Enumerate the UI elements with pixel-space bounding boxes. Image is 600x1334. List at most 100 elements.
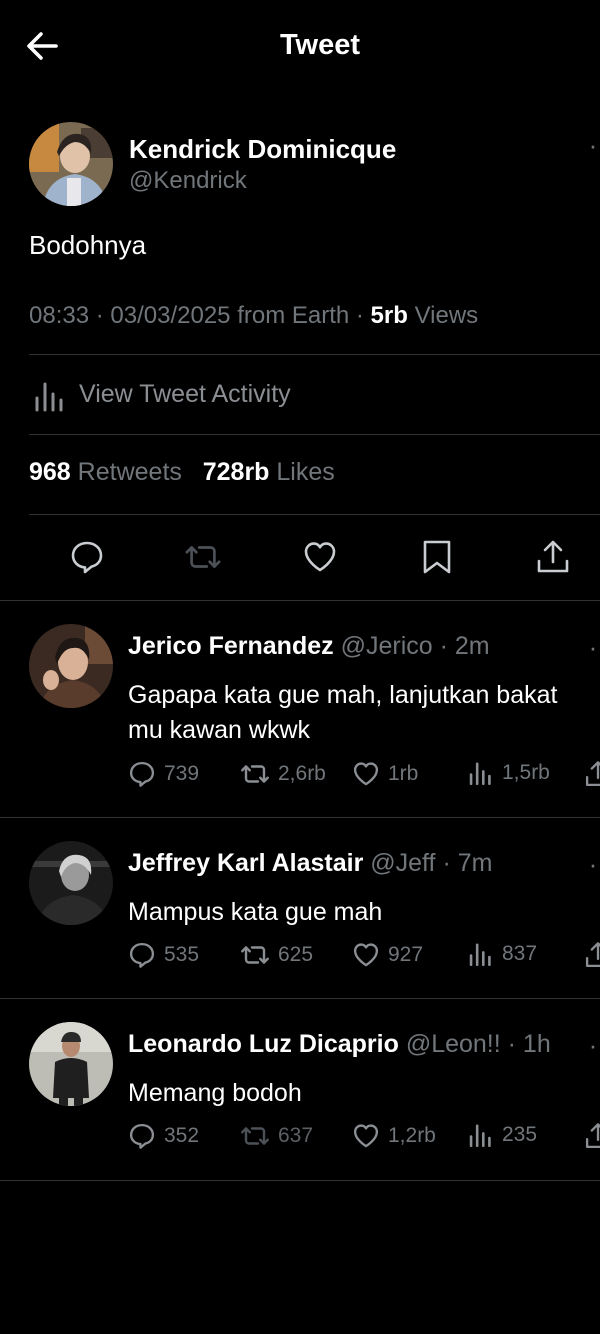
- divider: [0, 998, 600, 999]
- more-options-icon[interactable]: ··: [589, 849, 600, 880]
- analytics-icon: [469, 1124, 491, 1148]
- reply-reply-button[interactable]: 739: [128, 760, 199, 788]
- more-options-icon[interactable]: ··: [589, 130, 600, 161]
- reply-author-name[interactable]: Jeffrey Karl Alastair: [128, 849, 363, 877]
- reply-header: Jeffrey Karl Alastair @Jeff · 7m: [128, 849, 493, 877]
- like-count: 1,2rb: [388, 1124, 436, 1147]
- likes-label[interactable]: Likes: [276, 458, 334, 486]
- reply-handle[interactable]: @Jerico: [341, 632, 433, 660]
- reply-actions: 352 637 1,2rb 235: [128, 1122, 600, 1154]
- tweet-source: from Earth: [237, 302, 350, 329]
- top-bar: Tweet: [0, 0, 600, 95]
- retweets-label[interactable]: Retweets: [78, 458, 182, 486]
- reply-views-button[interactable]: 1,5rb: [468, 760, 550, 786]
- reply-reply-button[interactable]: 535: [128, 941, 199, 969]
- heart-icon: [353, 1124, 379, 1148]
- reply-actions: 739 2,6rb 1rb 1,5rb: [128, 760, 600, 792]
- reply-count: 535: [164, 943, 200, 966]
- divider: [0, 1180, 600, 1181]
- heart-icon: [353, 762, 379, 786]
- reply-button[interactable]: [68, 535, 106, 579]
- bookmark-icon: [423, 540, 451, 574]
- heart-icon: [304, 542, 336, 572]
- heart-icon: [353, 943, 379, 967]
- divider: [29, 354, 600, 355]
- reply-header: Leonardo Luz Dicaprio @Leon!! · 1h: [128, 1030, 551, 1058]
- reply-retweet-button[interactable]: 637: [240, 1122, 313, 1150]
- reply-icon: [71, 541, 103, 574]
- views-count: 837: [502, 942, 538, 965]
- tweet-meta: 08:33 · 03/03/2025 from Earth · 5rb View…: [29, 302, 479, 329]
- reply-text: Memang bodoh: [128, 1079, 302, 1107]
- reply-share-button[interactable]: [584, 1122, 600, 1150]
- retweet-count: 625: [278, 943, 314, 966]
- avatar[interactable]: [29, 841, 113, 925]
- reply-icon: [129, 942, 155, 968]
- divider: [0, 600, 600, 601]
- reply-text: Gapapa kata gue mah, lanjutkan bakat mu …: [128, 681, 558, 744]
- reply-views-button[interactable]: 235: [468, 1122, 537, 1148]
- tweet-date: 03/03/2025: [110, 302, 231, 329]
- more-options-icon[interactable]: ··: [589, 1030, 600, 1061]
- retweet-icon: [241, 1127, 269, 1145]
- bookmark-button[interactable]: [418, 535, 456, 579]
- author-name[interactable]: Kendrick Dominicque: [129, 134, 396, 165]
- analytics-icon: [35, 382, 63, 412]
- retweet-count: 637: [278, 1124, 314, 1147]
- reply-actions: 535 625 927 837: [128, 941, 600, 973]
- retweet-count: 2,6rb: [278, 762, 326, 785]
- reply-views-button[interactable]: 837: [468, 941, 537, 967]
- reply-author-name[interactable]: Leonardo Luz Dicaprio: [128, 1030, 399, 1058]
- tweet-actions: [0, 535, 600, 581]
- avatar[interactable]: [29, 624, 113, 708]
- reply-like-button[interactable]: 1rb: [352, 760, 418, 788]
- views-label: Views: [414, 302, 479, 329]
- tweet-time: 08:33: [29, 302, 90, 329]
- share-icon: [585, 942, 600, 968]
- view-tweet-activity[interactable]: View Tweet Activity: [29, 374, 429, 418]
- like-count: 927: [388, 943, 424, 966]
- analytics-icon: [469, 762, 491, 786]
- reply-handle[interactable]: @Leon!!: [406, 1030, 501, 1058]
- retweet-icon: [241, 765, 269, 783]
- retweet-button[interactable]: [184, 535, 222, 579]
- retweet-icon: [241, 946, 269, 964]
- reply-count: 739: [164, 762, 200, 785]
- like-button[interactable]: [301, 535, 339, 579]
- reply-reply-button[interactable]: 352: [128, 1122, 199, 1150]
- reply-icon: [129, 761, 155, 787]
- reply-retweet-button[interactable]: 2,6rb: [240, 760, 326, 788]
- activity-label: View Tweet Activity: [79, 380, 291, 408]
- more-options-icon[interactable]: ··: [589, 632, 600, 663]
- reply-share-button[interactable]: [584, 760, 600, 788]
- avatar[interactable]: [29, 1022, 113, 1106]
- divider: [0, 817, 600, 818]
- likes-count[interactable]: 728rb: [203, 458, 270, 486]
- tweet-stats: 968 Retweets 728rb Likes: [29, 458, 335, 487]
- reply-text: Mampus kata gue mah: [128, 898, 383, 926]
- share-icon: [537, 540, 569, 573]
- tweet-text: Bodohnya: [29, 230, 147, 260]
- reply-handle[interactable]: @Jeff: [370, 849, 435, 877]
- share-button[interactable]: [534, 535, 572, 579]
- divider: [29, 514, 600, 515]
- share-icon: [585, 1123, 600, 1149]
- reply-time: 2m: [454, 632, 490, 660]
- reply-time: 1h: [522, 1030, 551, 1058]
- reply-header: Jerico Fernandez @Jerico · 2m: [128, 632, 490, 660]
- views-count: 235: [502, 1123, 538, 1146]
- reply-share-button[interactable]: [584, 941, 600, 969]
- reply-retweet-button[interactable]: 625: [240, 941, 313, 969]
- reply-like-button[interactable]: 927: [352, 941, 423, 969]
- retweets-count[interactable]: 968: [29, 458, 71, 486]
- views-count: 5rb: [370, 302, 408, 329]
- tweet-author: Kendrick Dominicque @Kendrick ··: [29, 122, 600, 212]
- author-handle[interactable]: @Kendrick: [129, 167, 247, 195]
- avatar[interactable]: [29, 122, 113, 206]
- reply-count: 352: [164, 1124, 200, 1147]
- retweet-icon: [185, 546, 221, 568]
- reply-like-button[interactable]: 1,2rb: [352, 1122, 436, 1150]
- reply-author-name[interactable]: Jerico Fernandez: [128, 632, 334, 660]
- reply-time: 7m: [457, 849, 493, 877]
- page-title: Tweet: [279, 29, 361, 61]
